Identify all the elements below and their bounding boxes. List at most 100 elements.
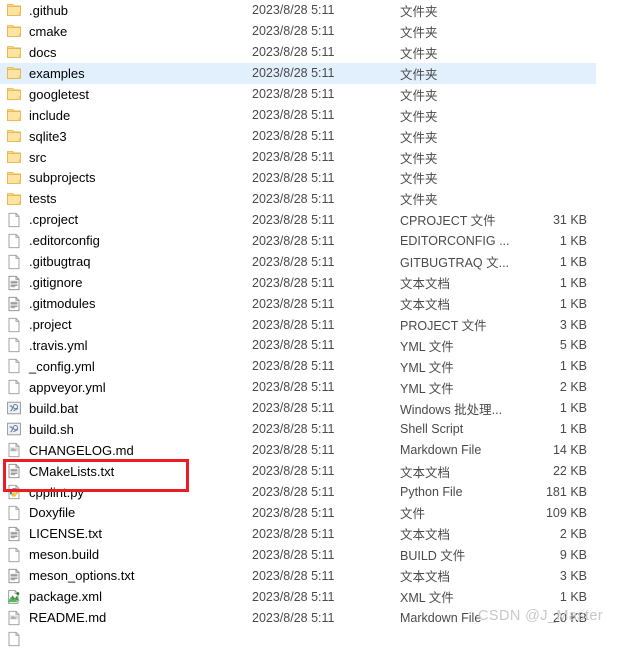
- file-date-cell: 2023/8/28 5:11: [252, 380, 335, 395]
- file-row[interactable]: .project 2023/8/28 5:11 PROJECT 文件 3 KB: [0, 314, 617, 335]
- file-name-label: Doxyfile: [29, 505, 76, 521]
- file-name-cell[interactable]: meson.build: [0, 547, 252, 563]
- file-row[interactable]: .travis.yml 2023/8/28 5:11 YML 文件 5 KB: [0, 335, 617, 356]
- file-name-cell[interactable]: .gitmodules: [0, 296, 252, 312]
- file-row[interactable]: subprojects 2023/8/28 5:11 文件夹: [0, 168, 617, 189]
- file-row[interactable]: .gitbugtraq 2023/8/28 5:11 GITBUGTRAQ 文...…: [0, 251, 617, 272]
- file-name-cell[interactable]: M↓ README.md: [0, 610, 252, 626]
- file-name-cell[interactable]: cmake: [0, 23, 252, 39]
- file-row[interactable]: tests 2023/8/28 5:11 文件夹: [0, 188, 617, 209]
- file-row[interactable]: .editorconfig 2023/8/28 5:11 EDITORCONFIG …: [0, 230, 617, 251]
- file-type-cell: 文件夹: [400, 88, 438, 103]
- file-name-cell[interactable]: build.sh: [0, 421, 252, 437]
- file-list[interactable]: .github 2023/8/28 5:11 文件夹 cmake 2023/8/28 5…: [0, 0, 617, 649]
- file-type-cell: 文件夹: [400, 130, 438, 145]
- file-size-cell: 5 KB: [559, 338, 587, 353]
- file-name-cell[interactable]: sqlite3: [0, 128, 252, 144]
- file-name-cell[interactable]: examples: [0, 65, 252, 81]
- file-row[interactable]: .cproject 2023/8/28 5:11 CPROJECT 文件 31 KB: [0, 209, 617, 230]
- file-row[interactable]: cmake 2023/8/28 5:11 文件夹: [0, 21, 617, 42]
- file-row[interactable]: src 2023/8/28 5:11 文件夹: [0, 147, 617, 168]
- file-row[interactable]: docs 2023/8/28 5:11 文件夹: [0, 42, 617, 63]
- file-name-label: .cproject: [29, 212, 79, 228]
- file-name-label: include: [29, 107, 71, 123]
- file-name-cell[interactable]: meson_options.txt: [0, 568, 252, 584]
- file-name-cell[interactable]: .cproject: [0, 212, 252, 228]
- file-row[interactable]: googletest 2023/8/28 5:11 文件夹: [0, 84, 617, 105]
- file-row[interactable]: LICENSE.txt 2023/8/28 5:11 文本文档 2 KB: [0, 523, 617, 544]
- file-name-cell[interactable]: src: [0, 149, 252, 165]
- blank-file-icon: [6, 317, 22, 333]
- file-name-cell[interactable]: LICENSE.txt: [0, 526, 252, 542]
- file-name-label: .editorconfig: [29, 233, 100, 249]
- file-date-cell: 2023/8/28 5:11: [252, 296, 335, 311]
- file-row[interactable]: Doxyfile 2023/8/28 5:11 文件 109 KB: [0, 503, 617, 524]
- file-row[interactable]: meson_options.txt 2023/8/28 5:11 文本文档 3 KB: [0, 565, 617, 586]
- file-row[interactable]: _config.yml 2023/8/28 5:11 YML 文件 1 KB: [0, 356, 617, 377]
- file-explorer-list-view[interactable]: .github 2023/8/28 5:11 文件夹 cmake 2023/8/28 5…: [0, 0, 617, 646]
- file-name-cell[interactable]: _config.yml: [0, 358, 252, 374]
- file-name-cell[interactable]: .project: [0, 317, 252, 333]
- file-row[interactable]: build.bat 2023/8/28 5:11 Windows 批处理... 1 K…: [0, 398, 617, 419]
- file-date-cell: 2023/8/28 5:11: [252, 66, 335, 81]
- file-name-cell[interactable]: cpplint.py: [0, 484, 252, 500]
- file-type-cell: Python File: [400, 485, 463, 500]
- file-name-cell[interactable]: CMakeLists.txt: [0, 463, 252, 479]
- file-name-cell[interactable]: docs: [0, 44, 252, 60]
- file-date-cell: 2023/8/28 5:11: [252, 129, 335, 144]
- file-size-cell: 3 KB: [559, 317, 587, 332]
- file-row[interactable]: .gitmodules 2023/8/28 5:11 文本文档 1 KB: [0, 293, 617, 314]
- file-size-cell: 181 KB: [545, 485, 587, 500]
- file-name-label: tests: [29, 191, 57, 207]
- file-type-cell: 文本文档: [400, 298, 451, 313]
- file-row[interactable]: appveyor.yml 2023/8/28 5:11 YML 文件 2 KB: [0, 377, 617, 398]
- file-date-cell: 2023/8/28 5:11: [252, 422, 335, 437]
- file-name-cell[interactable]: Doxyfile: [0, 505, 252, 521]
- file-row[interactable]: [0, 628, 617, 649]
- file-row[interactable]: .gitignore 2023/8/28 5:11 文本文档 1 KB: [0, 272, 617, 293]
- file-name-label: README.md: [29, 610, 107, 626]
- file-name-cell[interactable]: package.xml: [0, 589, 252, 605]
- svg-text:M↓: M↓: [12, 615, 17, 619]
- file-date-cell: 2023/8/28 5:11: [252, 589, 335, 604]
- folder-icon: [6, 2, 22, 18]
- file-row[interactable]: cpplint.py 2023/8/28 5:11 Python File 181 K…: [0, 482, 617, 503]
- file-name-cell[interactable]: .gitignore: [0, 275, 252, 291]
- folder-icon: [6, 170, 22, 186]
- file-name-cell[interactable]: appveyor.yml: [0, 379, 252, 395]
- file-name-label: src: [29, 149, 47, 165]
- file-row[interactable]: examples 2023/8/28 5:11 文件夹: [0, 62, 596, 84]
- file-name-cell[interactable]: subprojects: [0, 170, 252, 186]
- file-size-cell: 31 KB: [552, 212, 587, 227]
- file-row[interactable]: build.sh 2023/8/28 5:11 Shell Script 1 KB: [0, 419, 617, 440]
- file-name-cell[interactable]: googletest: [0, 86, 252, 102]
- file-row[interactable]: package.xml 2023/8/28 5:11 XML 文件 1 KB: [0, 586, 617, 607]
- file-size-cell: 2 KB: [559, 526, 587, 541]
- file-name-cell[interactable]: include: [0, 107, 252, 123]
- file-name-label: meson.build: [29, 547, 100, 563]
- file-date-cell: 2023/8/28 5:11: [252, 464, 335, 479]
- file-row[interactable]: .github 2023/8/28 5:11 文件夹: [0, 0, 617, 21]
- file-row[interactable]: CMakeLists.txt 2023/8/28 5:11 文本文档 22 KB: [0, 461, 617, 482]
- file-type-cell: 文本文档: [400, 465, 451, 480]
- file-row[interactable]: include 2023/8/28 5:11 文件夹: [0, 105, 617, 126]
- file-row[interactable]: M↓ CHANGELOG.md 2023/8/28 5:11 Markdown Fil…: [0, 440, 617, 461]
- file-row[interactable]: sqlite3 2023/8/28 5:11 文件夹: [0, 126, 617, 147]
- folder-icon: [6, 86, 22, 102]
- file-name-label: sqlite3: [29, 128, 67, 144]
- file-name-cell[interactable]: .editorconfig: [0, 233, 252, 249]
- file-type-cell: Markdown File: [400, 443, 482, 458]
- file-name-cell[interactable]: build.bat: [0, 400, 252, 416]
- file-name-cell[interactable]: M↓ CHANGELOG.md: [0, 442, 252, 458]
- file-date-cell: 2023/8/28 5:11: [252, 505, 335, 520]
- file-name-cell[interactable]: tests: [0, 191, 252, 207]
- folder-icon: [6, 107, 22, 123]
- file-name-cell[interactable]: [0, 631, 252, 647]
- file-name-cell[interactable]: .gitbugtraq: [0, 254, 252, 270]
- file-name-label: package.xml: [29, 589, 102, 605]
- file-date-cell: 2023/8/28 5:11: [252, 338, 335, 353]
- file-name-cell[interactable]: .github: [0, 2, 252, 18]
- file-row[interactable]: meson.build 2023/8/28 5:11 BUILD 文件 9 KB: [0, 544, 617, 565]
- file-name-cell[interactable]: .travis.yml: [0, 337, 252, 353]
- file-type-cell: 文件夹: [400, 172, 438, 187]
